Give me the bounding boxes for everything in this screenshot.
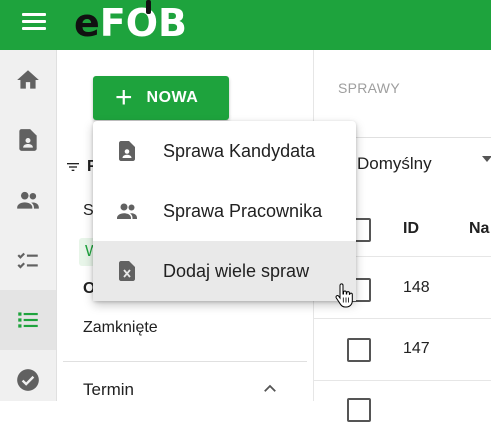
menu-item-bulk-add[interactable]: Dodaj wiele spraw <box>93 241 356 301</box>
top-app-bar: eFOB <box>0 0 491 50</box>
people-icon <box>117 203 137 219</box>
nav-list[interactable] <box>0 290 56 350</box>
logo-accent <box>146 0 151 14</box>
new-case-label: NOWA <box>146 89 199 106</box>
menu-item-candidate-case[interactable]: Sprawa Kandydata <box>93 121 356 181</box>
divider <box>63 361 307 362</box>
menu-item-employee-case[interactable]: Sprawa Pracownika <box>93 181 356 241</box>
new-case-menu: Sprawa Kandydata Sprawa Pracownika Dodaj… <box>93 121 356 301</box>
nav-documents[interactable] <box>0 110 56 170</box>
navigation-rail <box>0 50 57 401</box>
menu-item-label: Dodaj wiele spraw <box>163 260 310 281</box>
check-circle-icon <box>17 369 39 391</box>
nav-checklist[interactable] <box>0 230 56 290</box>
candidate-document-icon <box>119 141 135 161</box>
column-header-id[interactable]: ID <box>403 220 419 238</box>
nav-done[interactable] <box>0 350 56 410</box>
row-checkbox[interactable] <box>347 338 371 362</box>
termin-section-label[interactable]: Termin <box>83 380 134 400</box>
menu-item-label: Sprawa Kandydata <box>163 140 316 161</box>
list-icon <box>18 312 38 328</box>
menu-icon[interactable] <box>22 11 48 33</box>
row-checkbox[interactable] <box>347 398 371 422</box>
dropdown-arrow-icon[interactable] <box>482 156 491 162</box>
checklist-icon <box>17 252 38 269</box>
filter-item-zamkniete[interactable]: Zamknięte <box>83 319 158 337</box>
people-icon <box>17 191 39 209</box>
column-header-name[interactable]: Na <box>469 220 489 238</box>
app-logo[interactable]: eFOB <box>74 0 187 48</box>
table-cell-id: 148 <box>403 279 430 296</box>
table-cell-id: 147 <box>403 340 430 357</box>
hand-pointer-cursor-icon <box>335 283 353 308</box>
chevron-up-icon[interactable] <box>261 380 279 398</box>
document-person-icon <box>19 129 37 151</box>
home-icon <box>17 70 39 89</box>
view-select[interactable]: Domyślny <box>357 154 432 174</box>
new-case-button[interactable]: + NOWA <box>93 76 229 120</box>
divider <box>314 318 491 319</box>
divider <box>314 380 491 381</box>
filter-heading: F <box>65 158 97 176</box>
filter-icon <box>67 163 79 171</box>
page-title: SPRAWY <box>338 80 400 96</box>
nav-home[interactable] <box>0 50 56 110</box>
excel-file-icon <box>119 261 135 281</box>
nav-people[interactable] <box>0 170 56 230</box>
menu-item-label: Sprawa Pracownika <box>163 200 323 221</box>
plus-icon: + <box>115 81 133 114</box>
